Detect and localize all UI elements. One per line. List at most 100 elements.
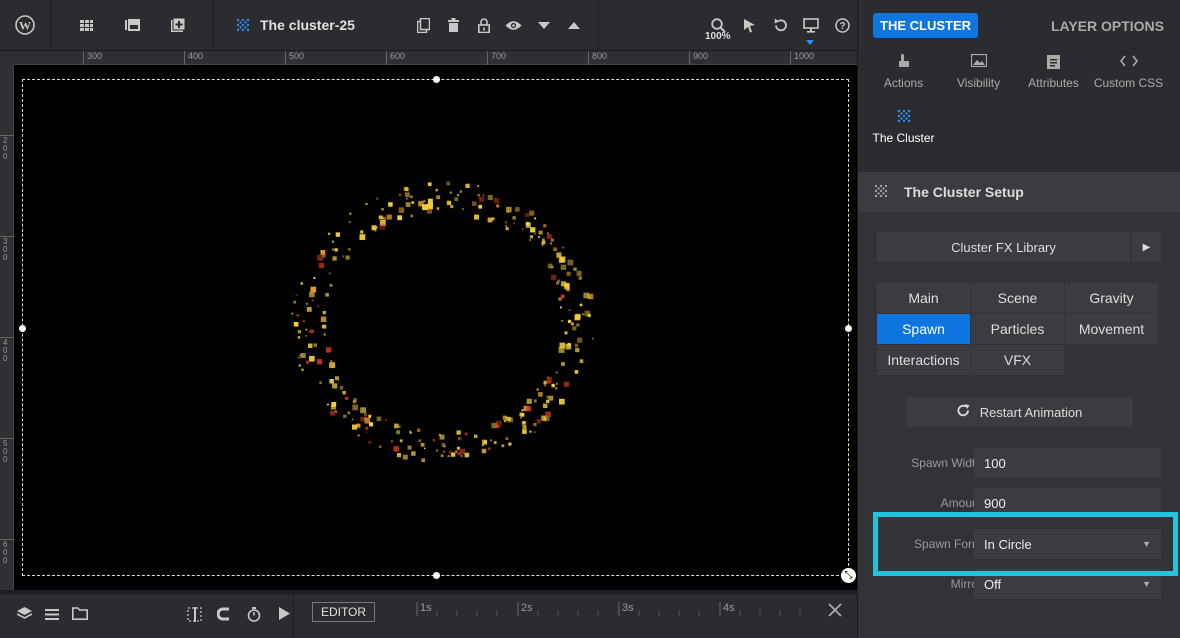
subtab-gravity[interactable]: Gravity [1065,283,1158,313]
timeline-mark: 4s [723,602,735,614]
arrow-down-icon[interactable] [531,12,557,38]
resize-corner-icon[interactable]: ⤡ [841,568,856,583]
ruler-mark: 900 [689,51,708,65]
addon-the-cluster[interactable]: The Cluster [866,106,941,161]
timeline-mark: 3s [622,602,634,614]
subtab-particles[interactable]: Particles [971,314,1064,344]
subtab-grid: Main Scene Gravity Spawn Particles Movem… [877,283,1161,375]
ruler-mark: 300 [83,51,102,65]
layers-icon[interactable] [10,607,38,625]
tab-layer-options[interactable]: LAYER OPTIONS [1051,18,1164,34]
ruler-top: 300 400 500 600 700 800 900 1000 [14,51,857,65]
mirror-row: Mirror Off ▼ [858,569,1180,599]
canvas-stage[interactable]: ⤡ [14,65,857,590]
trash-icon[interactable] [441,12,467,38]
subtab-interactions[interactable]: Interactions [877,345,970,375]
ruler-mark: 600 [386,51,405,65]
timeline-mark: 1s [420,602,432,614]
mirror-value: Off [984,576,1002,592]
monitor-icon[interactable] [798,12,824,38]
amount-input[interactable]: 900 [974,488,1161,518]
ruler-mark: 800 [588,51,607,65]
library-row: Cluster FX Library ▶ [877,232,1161,262]
spawn-form-row: Spawn Form In Circle ▼ [858,529,1180,559]
section-header[interactable]: The Cluster Setup [858,172,1180,212]
spawn-form-select[interactable]: In Circle ▼ [974,529,1161,559]
spawn-width-row: Spawn Width 100 [858,448,1180,478]
media-icon[interactable] [119,12,145,38]
mirror-select[interactable]: Off ▼ [974,569,1161,599]
top-toolbar: W The cluster-25 ? 100% [0,0,857,51]
ruler-mark: 300 [0,236,14,262]
svg-text:?: ? [839,21,845,32]
clipboard-icon [1047,54,1060,72]
help-icon[interactable]: ? [829,12,855,38]
ruler-mark: 1000 [790,51,814,65]
ruler-corner [0,51,14,65]
svg-text:W: W [19,19,31,33]
stopwatch-icon[interactable] [240,606,268,626]
folder-icon[interactable] [66,607,94,625]
add-icon[interactable] [165,12,191,38]
ruler-mark: 200 [0,135,14,161]
spawn-form-label: Spawn Form [913,537,982,551]
addon-attributes[interactable]: Attributes [1016,51,1091,106]
resize-handle-top[interactable] [433,76,440,83]
ruler-mark: 700 [487,51,506,65]
timeline[interactable]: 1s 2s 3s 4s [395,594,815,638]
panel-tabs: THE CLUSTER LAYER OPTIONS [858,0,1180,51]
wordpress-button[interactable]: W [0,0,51,51]
spawn-form-value: In Circle [984,536,1032,552]
timeline-mark: 2s [521,602,533,614]
ruler-mark: 400 [0,337,14,363]
eye-icon[interactable] [501,12,527,38]
code-icon [1119,54,1138,72]
spawn-width-label: Spawn Width [911,456,982,470]
undo-icon[interactable] [767,12,793,38]
resize-handle-left[interactable] [19,325,26,332]
subtab-movement[interactable]: Movement [1065,314,1158,344]
arrow-up-icon[interactable] [561,12,587,38]
subtab-scene[interactable]: Scene [971,283,1064,313]
pointer-icon[interactable] [736,12,762,38]
editor-button[interactable]: EDITOR [312,602,375,622]
ruler-mark: 500 [285,51,304,65]
image-icon [970,53,987,72]
copy-icon[interactable] [411,12,437,38]
magnet-icon[interactable] [210,607,238,626]
wordpress-icon: W [12,12,38,38]
restart-label: Restart Animation [979,404,1083,420]
addon-visibility[interactable]: Visibility [941,51,1016,106]
section-title: The Cluster Setup [904,184,1024,200]
subtab-main[interactable]: Main [877,283,970,313]
spawn-width-input[interactable]: 100 [974,448,1161,478]
refresh-icon [957,404,970,420]
zoom-level: 100% [705,31,731,42]
library-arrow-icon[interactable]: ▶ [1132,232,1161,262]
addon-actions[interactable]: Actions [866,51,941,106]
ruler-left: 200 300 400 500 600 [0,65,14,590]
cluster-fx-library-button[interactable]: Cluster FX Library [877,232,1130,262]
device-indicator-icon [806,40,814,45]
lock-icon[interactable] [471,12,497,38]
subtab-vfx[interactable]: VFX [971,345,1064,375]
split-icon[interactable] [180,606,208,626]
resize-handle-bottom[interactable] [433,572,440,579]
options-panel: THE CLUSTER LAYER OPTIONS Actions Visibi… [857,0,1180,638]
menu-icon[interactable] [38,607,66,625]
layer-title[interactable]: The cluster-25 [260,17,355,33]
timeline-ticks [416,602,801,616]
addon-custom-css[interactable]: Custom CSS [1091,51,1166,106]
ruler-mark: 400 [184,51,203,65]
cluster-icon [897,109,911,127]
resize-handle-right[interactable] [845,325,852,332]
tab-the-cluster[interactable]: THE CLUSTER [873,13,978,38]
cluster-icon [236,12,250,38]
layer-selection-box[interactable]: ⤡ [19,76,856,583]
close-timeline-icon[interactable] [828,600,842,623]
bottom-toolbar: EDITOR 1s 2s 3s 4s [0,593,857,638]
restart-animation-button[interactable]: Restart Animation [906,397,1133,427]
subtab-spawn[interactable]: Spawn [877,314,970,344]
ruler-mark: 600 [0,539,14,565]
grid-icon[interactable] [73,12,99,38]
